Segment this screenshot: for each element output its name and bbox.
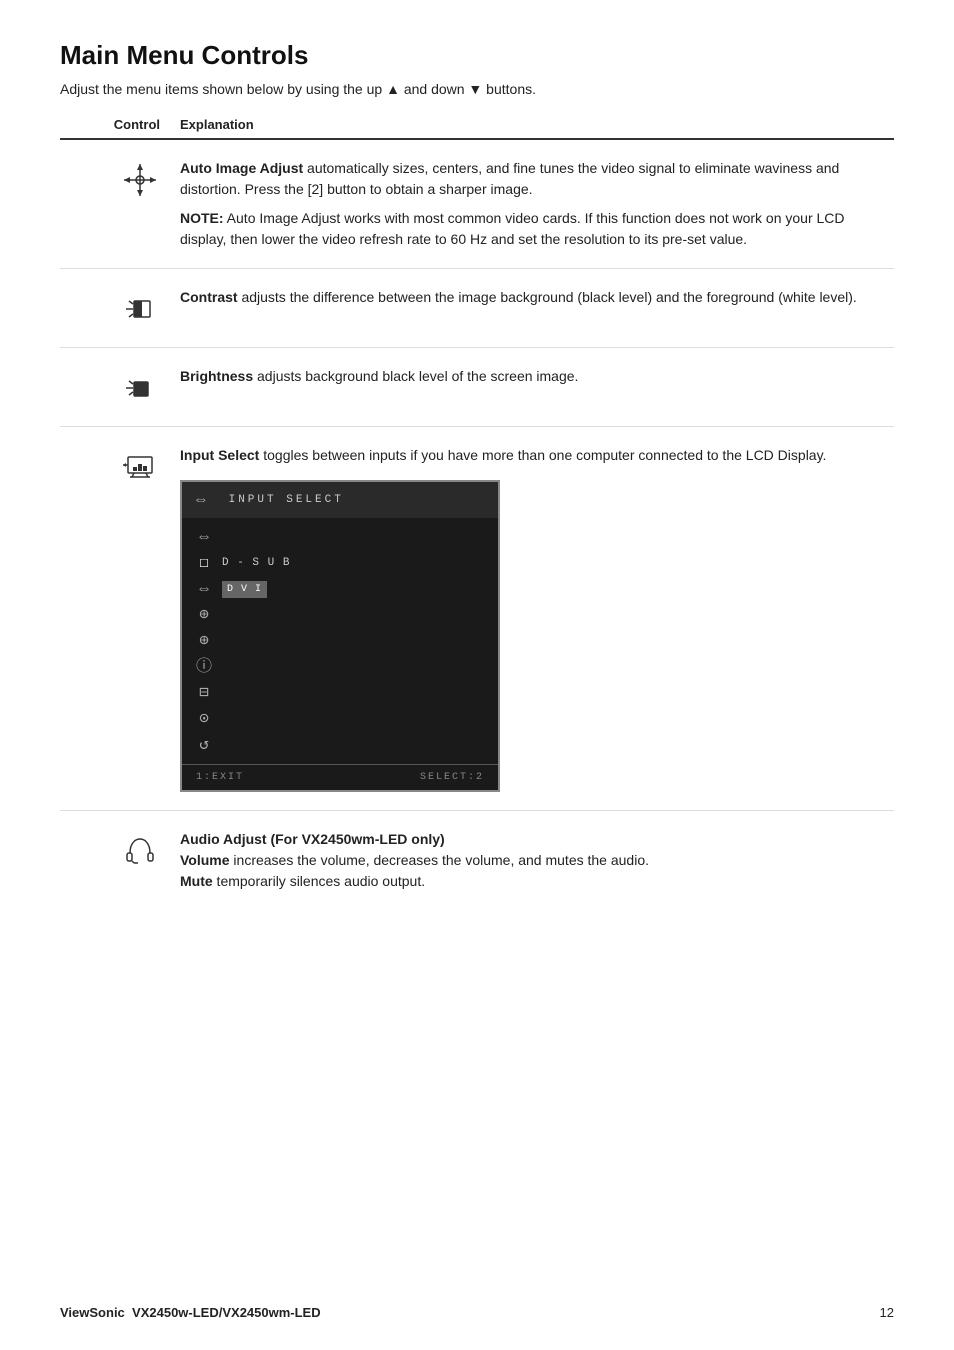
row-auto-image-adjust: Auto Image Adjust automatically sizes, c… (60, 140, 894, 269)
osd-icon-3: ⇔ (199, 578, 209, 600)
row-audio-adjust: Audio Adjust (For VX2450wm-LED only) Vol… (60, 811, 894, 910)
brightness-icon-cell (60, 366, 180, 408)
brightness-text: Brightness adjusts background black leve… (180, 366, 894, 387)
osd-title-text: INPUT SELECT (229, 492, 344, 509)
osd-icon-4: ⊕ (199, 604, 209, 626)
osd-icon-9: ↺ (199, 734, 209, 756)
page-title: Main Menu Controls (60, 40, 894, 71)
footer-model: VX2450w-LED/VX2450wm-LED (132, 1305, 321, 1320)
volume-bold: Volume (180, 852, 230, 868)
osd-icon-8: ⊙ (199, 708, 209, 730)
input-select-bold: Input Select (180, 447, 259, 463)
audio-adjust-text: Audio Adjust (For VX2450wm-LED only) Vol… (180, 829, 894, 892)
row-contrast: Contrast adjusts the difference between … (60, 269, 894, 348)
contrast-bold: Contrast (180, 289, 238, 305)
mute-bold: Mute (180, 873, 213, 889)
intro-text: Adjust the menu items shown below by usi… (60, 81, 894, 97)
input-select-icon-cell (60, 445, 180, 487)
auto-adjust-note: NOTE: Auto Image Adjust works with most … (180, 208, 894, 250)
osd-icon-1: ⇔ (199, 526, 209, 548)
osd-title-icon: ⇔ (196, 488, 209, 512)
page-footer: ViewSonic VX2450w-LED/VX2450wm-LED 12 (60, 1305, 894, 1320)
osd-icons-col: ⇔ ☐ ⇔ ⊕ ⊕ ⓘ ⊟ ⊙ ↺ (196, 526, 212, 756)
osd-footer: 1:EXIT SELECT:2 (182, 764, 498, 790)
footer-brand-model: ViewSonic VX2450w-LED/VX2450wm-LED (60, 1305, 321, 1320)
osd-dvi-label: D V I (222, 578, 484, 600)
auto-adjust-bold: Auto Image Adjust (180, 160, 303, 176)
table-header: Control Explanation (60, 117, 894, 140)
row-brightness: Brightness adjusts background black leve… (60, 348, 894, 427)
input-select-icon (120, 447, 160, 487)
footer-page-number: 12 (880, 1305, 894, 1320)
osd-footer-right: SELECT:2 (420, 770, 484, 785)
contrast-icon-cell (60, 287, 180, 329)
auto-adjust-text: Auto Image Adjust automatically sizes, c… (180, 158, 894, 250)
osd-icon-2: ☐ (199, 552, 209, 574)
row-input-select: Input Select toggles between inputs if y… (60, 427, 894, 811)
osd-screenshot: ⇔ INPUT SELECT ⇔ ☐ ⇔ ⊕ ⊕ ⓘ ⊟ ⊙ ↺ D - S U (180, 480, 500, 792)
osd-body: ⇔ ☐ ⇔ ⊕ ⊕ ⓘ ⊟ ⊙ ↺ D - S U B D V I (182, 518, 498, 764)
audio-adjust-bold: Audio Adjust (For VX2450wm-LED only) (180, 831, 445, 847)
audio-adjust-icon-cell (60, 829, 180, 871)
audio-adjust-icon (120, 831, 160, 871)
footer-brand: ViewSonic (60, 1305, 125, 1320)
auto-adjust-icon-cell (60, 158, 180, 200)
brightness-icon (120, 368, 160, 408)
auto-adjust-icon (120, 160, 160, 200)
osd-icon-6: ⓘ (196, 656, 212, 678)
contrast-icon (120, 289, 160, 329)
input-select-text: Input Select toggles between inputs if y… (180, 445, 894, 792)
osd-title-bar: ⇔ INPUT SELECT (182, 482, 498, 518)
osd-footer-left: 1:EXIT (196, 770, 244, 785)
brightness-bold: Brightness (180, 368, 253, 384)
osd-icon-7: ⊟ (199, 682, 209, 704)
col-explanation-header: Explanation (180, 117, 254, 132)
note-bold: NOTE: (180, 210, 224, 226)
col-control-header: Control (60, 117, 180, 132)
contrast-text: Contrast adjusts the difference between … (180, 287, 894, 308)
osd-content-col: D - S U B D V I (222, 526, 484, 756)
osd-dsub-label: D - S U B (222, 552, 484, 574)
osd-icon-5: ⊕ (199, 630, 209, 652)
